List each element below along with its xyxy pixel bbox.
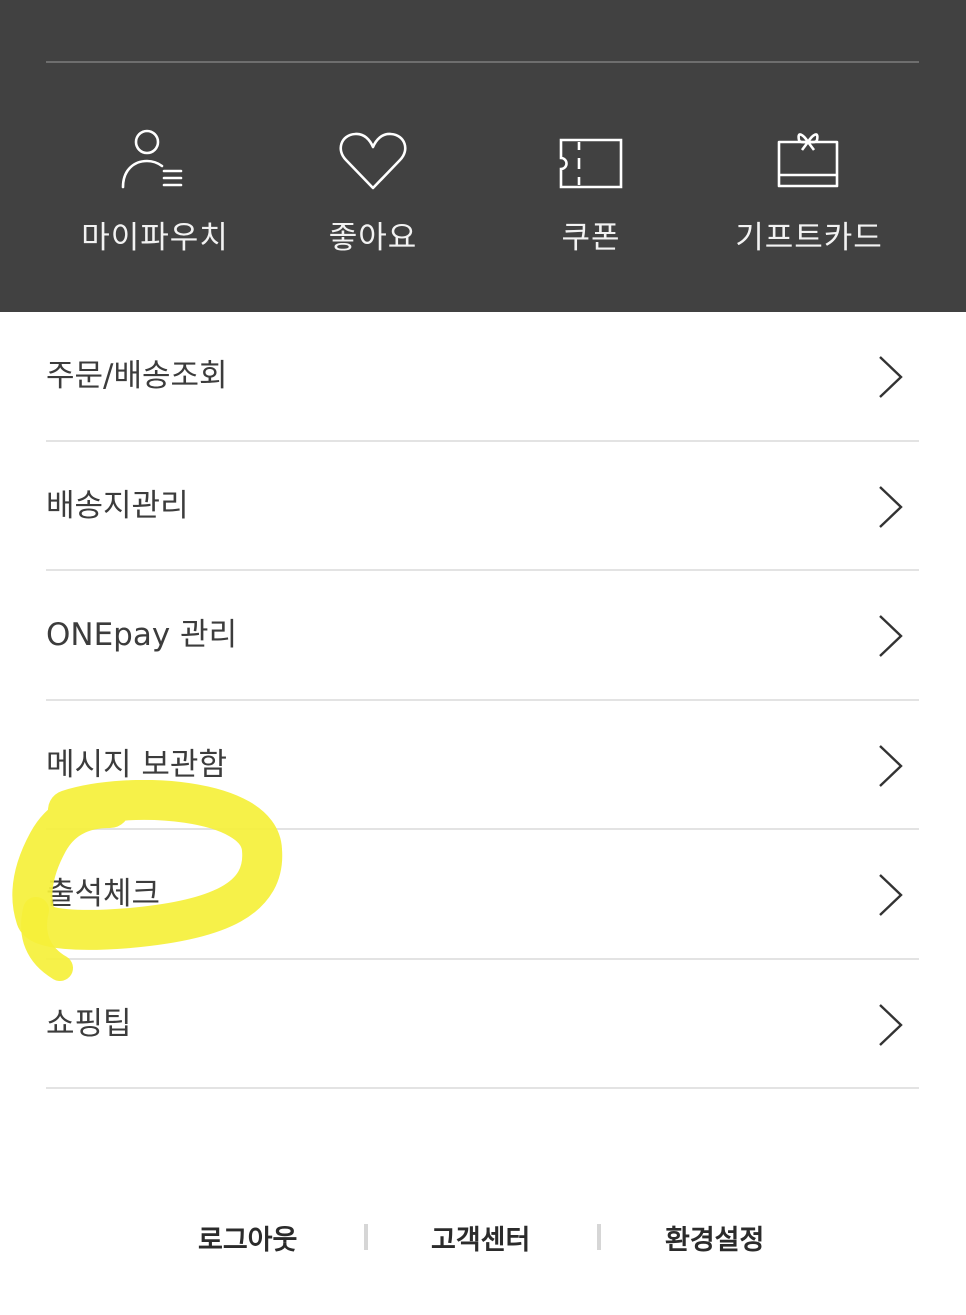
customer-center-link[interactable]: 고객센터 [431, 1218, 530, 1257]
top-panel: 마이파우치 좋아요 쿠폰 기프트카드 [0, 0, 966, 312]
settings-link[interactable]: 환경설정 [665, 1218, 764, 1257]
menu-item-label: 쇼핑팁 [46, 1005, 132, 1042]
heart-icon [339, 132, 407, 190]
menu-list: 주문/배송조회 배송지관리 ONEpay 관리 메시지 보관함 출석체크 쇼핑팁 [46, 312, 919, 1089]
menu-item-order-delivery[interactable]: 주문/배송조회 [46, 312, 919, 442]
menu-item-label: 출석체크 [46, 876, 161, 913]
coupon-icon [559, 138, 623, 189]
quick-my-pouch-label: 마이파우치 [81, 220, 229, 256]
footer-separator [597, 1224, 601, 1250]
menu-item-label: ONEpay 관리 [46, 617, 238, 654]
quick-coupon-button[interactable]: 쿠폰 [482, 120, 700, 270]
menu-item-label: 주문/배송조회 [46, 358, 228, 395]
quick-like-label: 좋아요 [328, 220, 418, 256]
quick-like-button[interactable]: 좋아요 [264, 120, 482, 270]
my-page-screen: 마이파우치 좋아요 쿠폰 기프트카드 주문/배송조회 배송지관리 ONEpay … [0, 0, 966, 1315]
footer-links: 로그아웃 고객센터 환경설정 [0, 1210, 966, 1266]
chevron-right-icon [879, 744, 903, 787]
quick-gift-card-label: 기프트카드 [735, 220, 883, 256]
menu-item-address-book[interactable]: 배송지관리 [46, 442, 919, 571]
chevron-right-icon [879, 615, 903, 657]
gift-card-icon [777, 133, 839, 188]
user-list-icon [121, 129, 183, 189]
footer-separator [364, 1224, 368, 1250]
logout-link[interactable]: 로그아웃 [198, 1218, 297, 1257]
top-divider [46, 61, 919, 63]
quick-coupon-label: 쿠폰 [561, 220, 621, 256]
quick-my-pouch-button[interactable]: 마이파우치 [46, 120, 264, 270]
quick-gift-card-button[interactable]: 기프트카드 [700, 120, 918, 270]
chevron-right-icon [879, 1003, 903, 1046]
menu-item-attendance-check[interactable]: 출석체크 [46, 830, 919, 960]
menu-item-shopping-tip[interactable]: 쇼핑팁 [46, 960, 919, 1089]
chevron-right-icon [879, 356, 903, 398]
menu-item-message-box[interactable]: 메시지 보관함 [46, 701, 919, 830]
chevron-right-icon [879, 485, 903, 528]
menu-item-label: 메시지 보관함 [46, 746, 227, 783]
menu-item-onepay[interactable]: ONEpay 관리 [46, 571, 919, 701]
chevron-right-icon [879, 874, 903, 916]
menu-item-label: 배송지관리 [46, 487, 189, 524]
